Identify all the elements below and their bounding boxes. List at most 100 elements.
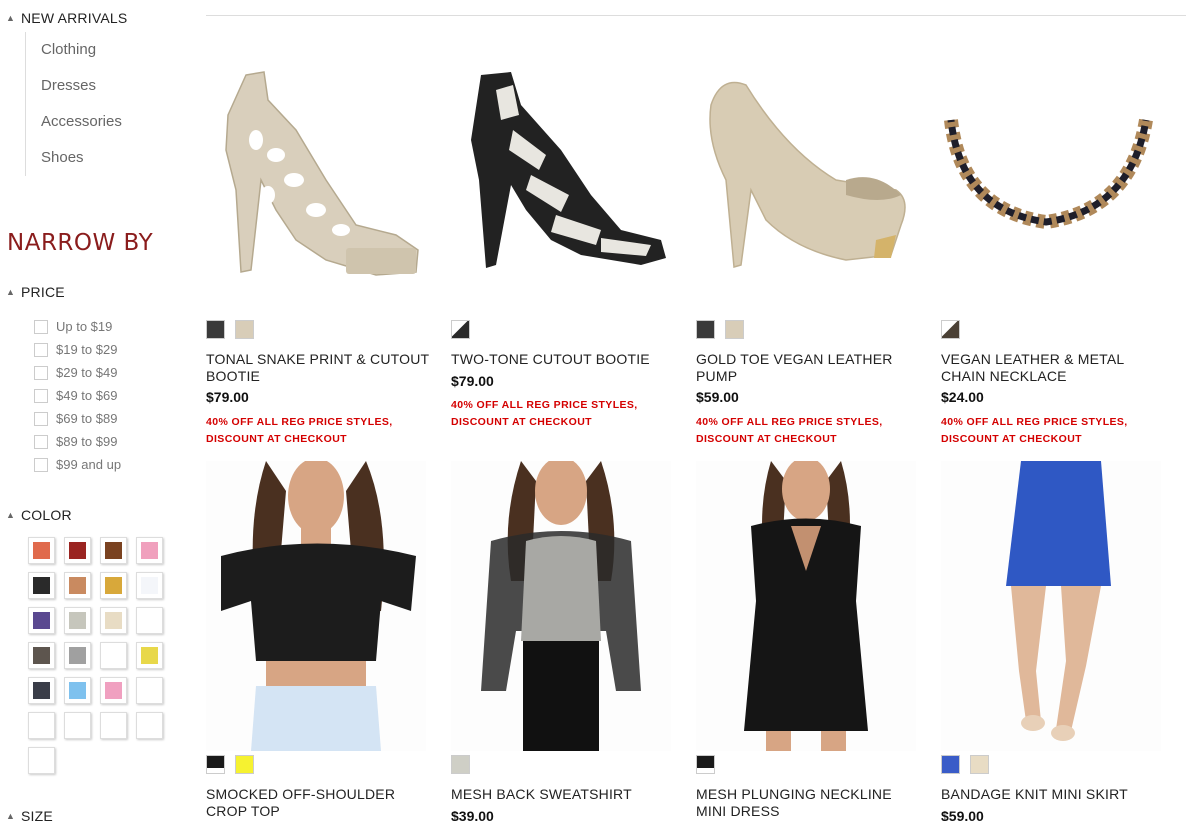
color-swatch-fill <box>141 717 158 734</box>
product-image-mini-dress[interactable] <box>696 457 916 751</box>
color-swatch[interactable] <box>28 747 55 774</box>
product-name[interactable]: TWO-TONE CUTOUT BOOTIE <box>451 351 681 368</box>
color-swatch[interactable] <box>136 572 163 599</box>
color-swatch[interactable] <box>100 537 127 564</box>
price-checkbox[interactable] <box>34 411 48 426</box>
color-swatch[interactable] <box>64 642 91 669</box>
product-image-chain-necklace[interactable] <box>941 60 1161 290</box>
color-swatch[interactable] <box>28 607 55 634</box>
category-accessories[interactable]: Accessories <box>41 103 122 140</box>
swatch-3-0[interactable] <box>941 320 960 339</box>
swatch-7-0[interactable] <box>941 755 960 774</box>
narrow-by-title: NARROW BY <box>7 230 154 256</box>
product-swatches <box>451 755 470 774</box>
color-swatch[interactable] <box>100 572 127 599</box>
swatch-2-0[interactable] <box>696 320 715 339</box>
color-swatch[interactable] <box>100 642 127 669</box>
product-price: $39.00 <box>451 808 494 821</box>
product-image-crop-top[interactable] <box>206 458 426 751</box>
color-swatch[interactable] <box>136 537 163 564</box>
color-swatch[interactable] <box>28 677 55 704</box>
color-swatch-fill <box>69 647 86 664</box>
product-image-mini-skirt[interactable] <box>941 461 1161 751</box>
product-name[interactable]: MESH BACK SWEATSHIRT <box>451 786 681 803</box>
product-image-mesh-sweatshirt[interactable] <box>451 457 671 751</box>
color-swatch[interactable] <box>64 607 91 634</box>
price-checkbox[interactable] <box>34 319 48 334</box>
price-option[interactable]: Up to $19 <box>34 315 121 338</box>
swatch-4-1[interactable] <box>235 755 254 774</box>
new-arrivals-heading[interactable]: ▲ NEW ARRIVALS <box>6 10 127 26</box>
product-price: $79.00 <box>451 373 494 389</box>
product-image-two-tone-bootie[interactable] <box>451 60 671 290</box>
swatch-5-0[interactable] <box>451 755 470 774</box>
price-checkbox[interactable] <box>34 434 48 449</box>
color-swatch-fill <box>33 717 50 734</box>
color-heading[interactable]: ▲ COLOR <box>6 507 72 523</box>
product-promo: 40% OFF ALL REG PRICE STYLES, DISCOUNT A… <box>451 399 638 428</box>
product-swatches <box>206 320 254 339</box>
swatch-4-0[interactable] <box>206 755 225 774</box>
size-heading[interactable]: ▲ SIZE <box>6 808 53 821</box>
price-checkbox[interactable] <box>34 457 48 472</box>
price-option[interactable]: $89 to $99 <box>34 430 121 453</box>
product-image-gold-toe-pump[interactable] <box>696 60 916 290</box>
product-swatches <box>696 755 715 774</box>
product-name[interactable]: MESH PLUNGING NECKLINE MINI DRESS <box>696 786 926 820</box>
color-swatch[interactable] <box>28 712 55 739</box>
product-name[interactable]: SMOCKED OFF-SHOULDER CROP TOP <box>206 786 436 820</box>
color-swatch[interactable] <box>100 607 127 634</box>
price-option[interactable]: $69 to $89 <box>34 407 121 430</box>
product-name[interactable]: TONAL SNAKE PRINT & CUTOUT BOOTIE <box>206 351 436 385</box>
product-name[interactable]: GOLD TOE VEGAN LEATHER PUMP <box>696 351 926 385</box>
color-swatch[interactable] <box>100 712 127 739</box>
swatch-0-0[interactable] <box>206 320 225 339</box>
price-option-label: $69 to $89 <box>56 411 118 426</box>
price-checkbox[interactable] <box>34 365 48 380</box>
swatch-7-1[interactable] <box>970 755 989 774</box>
color-swatch[interactable] <box>136 712 163 739</box>
product-name[interactable]: BANDAGE KNIT MINI SKIRT <box>941 786 1171 803</box>
color-swatch[interactable] <box>64 677 91 704</box>
price-option[interactable]: $99 and up <box>34 453 121 476</box>
color-swatch-fill <box>33 612 50 629</box>
color-swatch-fill <box>105 577 122 594</box>
color-swatch[interactable] <box>28 642 55 669</box>
category-shoes[interactable]: Shoes <box>41 139 122 176</box>
swatch-1-0[interactable] <box>451 320 470 339</box>
price-checkbox[interactable] <box>34 388 48 403</box>
color-swatch[interactable] <box>64 572 91 599</box>
swatch-6-0[interactable] <box>696 755 715 774</box>
price-option-label: $99 and up <box>56 457 122 472</box>
price-option[interactable]: $19 to $29 <box>34 338 121 361</box>
swatch-0-1[interactable] <box>235 320 254 339</box>
color-swatch[interactable] <box>64 712 91 739</box>
color-swatch[interactable] <box>64 537 91 564</box>
color-swatch-fill <box>141 682 158 699</box>
color-swatch-fill <box>33 682 50 699</box>
price-heading[interactable]: ▲ PRICE <box>6 284 65 300</box>
color-swatch[interactable] <box>136 607 163 634</box>
color-swatch[interactable] <box>136 642 163 669</box>
product-swatches <box>206 755 254 774</box>
category-dresses[interactable]: Dresses <box>41 67 122 104</box>
price-option[interactable]: $29 to $49 <box>34 361 121 384</box>
swatch-2-1[interactable] <box>725 320 744 339</box>
color-swatch-fill <box>69 717 86 734</box>
color-swatch[interactable] <box>100 677 127 704</box>
product-name[interactable]: VEGAN LEATHER & METAL CHAIN NECKLACE <box>941 351 1171 385</box>
color-swatch-fill <box>105 647 122 664</box>
color-swatch[interactable] <box>136 677 163 704</box>
product-price: $79.00 <box>206 389 249 405</box>
filter-sidebar: ▲ NEW ARRIVALS Clothing Dresses Accessor… <box>0 0 180 821</box>
product-promo: 40% OFF ALL REG PRICE STYLES, DISCOUNT A… <box>696 416 883 445</box>
product-price: $59.00 <box>696 389 739 405</box>
price-option-label: $29 to $49 <box>56 365 118 380</box>
category-clothing[interactable]: Clothing <box>41 31 122 68</box>
category-list: Clothing Dresses Accessories Shoes <box>25 32 122 176</box>
price-option[interactable]: $49 to $69 <box>34 384 121 407</box>
color-swatch[interactable] <box>28 537 55 564</box>
color-swatch[interactable] <box>28 572 55 599</box>
price-checkbox[interactable] <box>34 342 48 357</box>
product-image-tonal-snake-bootie[interactable] <box>206 60 426 290</box>
